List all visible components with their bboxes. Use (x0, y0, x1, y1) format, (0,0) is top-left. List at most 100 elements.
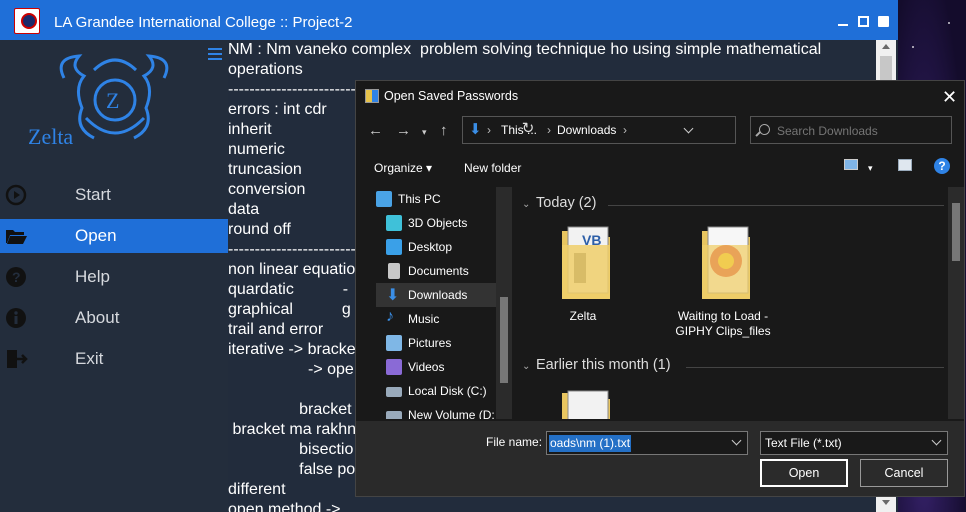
file-type-select[interactable]: Text File (*.txt) (760, 431, 948, 455)
group-header-earlier-this-month[interactable]: Earlier this month (1) (536, 357, 671, 373)
tree-item-label: Local Disk (C:) (408, 384, 487, 398)
hamburger-menu-icon[interactable] (208, 48, 222, 62)
organize-button[interactable]: Organize ▾ (374, 161, 432, 175)
file-item-giphy-files[interactable]: Waiting to Load - GIPHY Clips_files (668, 223, 778, 341)
tree-item-3d-objects[interactable]: 3D Objects (376, 211, 512, 235)
cube-icon (386, 215, 402, 231)
tree-item-label: Documents (408, 264, 469, 278)
scroll-up-icon[interactable] (882, 44, 890, 49)
tree-item-desktop[interactable]: Desktop (376, 235, 512, 259)
editor-line: truncasion (228, 161, 302, 178)
breadcrumb-downloads[interactable]: Downloads (557, 123, 616, 137)
navigation-tree: This PC 3D Objects Desktop Documents ⬇ D… (356, 187, 512, 419)
chevron-down-icon[interactable]: ⌄ (522, 361, 530, 372)
new-folder-button[interactable]: New folder (464, 161, 521, 175)
editor-line: bracket (228, 401, 352, 418)
editor-line: -> ope (228, 361, 354, 378)
editor-line: numeric (228, 141, 285, 158)
nav-help[interactable]: ? Help (0, 260, 228, 294)
scrollbar-thumb[interactable] (500, 297, 508, 383)
editor-line: bracket ma rakhn (228, 421, 357, 438)
help-circle-icon: ? (6, 267, 26, 287)
dialog-close-icon[interactable]: ✕ (942, 87, 957, 108)
folder-icon (562, 390, 610, 419)
video-icon (386, 359, 402, 375)
nav-open-label: Open (75, 226, 117, 245)
dialog-app-icon (365, 89, 379, 103)
chevron-down-icon[interactable] (731, 435, 742, 446)
tree-item-pictures[interactable]: Pictures (376, 331, 512, 355)
view-options-icon[interactable] (844, 159, 858, 170)
college-logo-icon (14, 8, 40, 34)
tree-scrollbar[interactable] (496, 187, 512, 419)
group-divider (608, 205, 944, 206)
recent-dropdown-icon[interactable]: ▾ (422, 127, 427, 138)
nav-start[interactable]: Start (0, 178, 228, 212)
folder-open-icon (6, 230, 27, 244)
forward-arrow-icon[interactable]: → (396, 122, 411, 139)
tree-item-music[interactable]: ♪ Music (376, 307, 512, 331)
editor-line: iterative -> bracke (228, 341, 356, 358)
file-item-zelta[interactable]: VB Zelta (528, 223, 638, 341)
editor-line: different (228, 481, 286, 498)
disk-icon (386, 411, 402, 419)
up-arrow-icon[interactable]: ↑ (440, 122, 448, 139)
nav-about[interactable]: About (0, 301, 228, 335)
window-title: LA Grandee International College :: Proj… (54, 14, 353, 31)
tree-item-label: New Volume (D: (408, 408, 495, 419)
editor-line: errors : int cdr (228, 101, 327, 118)
tree-item-label: 3D Objects (408, 216, 468, 230)
group-header-today[interactable]: Today (2) (536, 195, 596, 211)
tree-item-downloads[interactable]: ⬇ Downloads (376, 283, 512, 307)
play-circle-icon (5, 184, 27, 206)
breadcrumb-chevron-icon: › (487, 123, 491, 137)
downloads-arrow-icon: ⬇ (469, 121, 482, 138)
picture-icon (386, 335, 402, 351)
help-icon[interactable]: ? (934, 158, 950, 174)
search-box[interactable] (750, 116, 952, 144)
back-arrow-icon[interactable]: ← (368, 122, 383, 139)
nav-help-label: Help (75, 267, 110, 286)
chevron-down-icon[interactable]: ⌄ (522, 199, 530, 210)
tree-item-documents[interactable]: Documents (376, 259, 512, 283)
tree-item-local-disk[interactable]: Local Disk (C:) (376, 379, 512, 403)
open-button[interactable]: Open (760, 459, 848, 487)
tree-item-videos[interactable]: Videos (376, 355, 512, 379)
editor-line: bisectio (228, 441, 354, 458)
tree-item-label: Videos (408, 360, 445, 374)
file-list-scrollbar[interactable] (948, 187, 964, 419)
close-window-icon[interactable] (878, 16, 889, 27)
address-bar[interactable]: ⬇ › This ... › Downloads › (462, 116, 736, 144)
cancel-button[interactable]: Cancel (860, 459, 948, 487)
title-bar: LA Grandee International College :: Proj… (0, 0, 898, 40)
minimize-icon[interactable] (838, 24, 848, 26)
scroll-down-icon[interactable] (882, 500, 890, 505)
tree-item-new-volume[interactable]: New Volume (D: (376, 403, 512, 419)
music-note-icon: ♪ (386, 308, 394, 325)
search-input[interactable] (777, 122, 947, 140)
refresh-icon[interactable]: ↻ (514, 116, 542, 144)
tree-item-this-pc[interactable]: This PC (366, 187, 502, 211)
desktop-icon (386, 239, 402, 255)
computer-icon (376, 191, 392, 207)
disk-icon (386, 387, 402, 397)
dialog-footer: File name: oads\nm (1).txt Text File (*.… (356, 421, 964, 496)
tree-item-label: Music (408, 312, 440, 326)
nav-exit[interactable]: Exit (0, 342, 228, 376)
maximize-icon[interactable] (858, 16, 869, 27)
document-icon (388, 263, 400, 279)
brand-name: Zelta (28, 124, 74, 149)
svg-text:?: ? (12, 269, 21, 285)
file-item-earlier[interactable] (528, 385, 638, 419)
editor-line: round off (228, 221, 291, 238)
open-file-dialog: Open Saved Passwords ✕ ← → ▾ ↑ ⬇ › This … (355, 80, 965, 497)
preview-pane-icon[interactable] (898, 159, 912, 171)
view-dropdown-icon[interactable]: ▾ (868, 163, 873, 174)
address-dropdown-icon[interactable] (683, 123, 694, 134)
file-name-field[interactable]: oads\nm (1).txt (546, 431, 748, 455)
scrollbar-thumb[interactable] (952, 203, 960, 261)
editor-line: graphical g (228, 301, 351, 318)
nav-open[interactable]: Open (0, 219, 228, 253)
file-name-input[interactable]: oads\nm (1).txt (549, 435, 632, 452)
editor-line: false po (228, 461, 356, 478)
